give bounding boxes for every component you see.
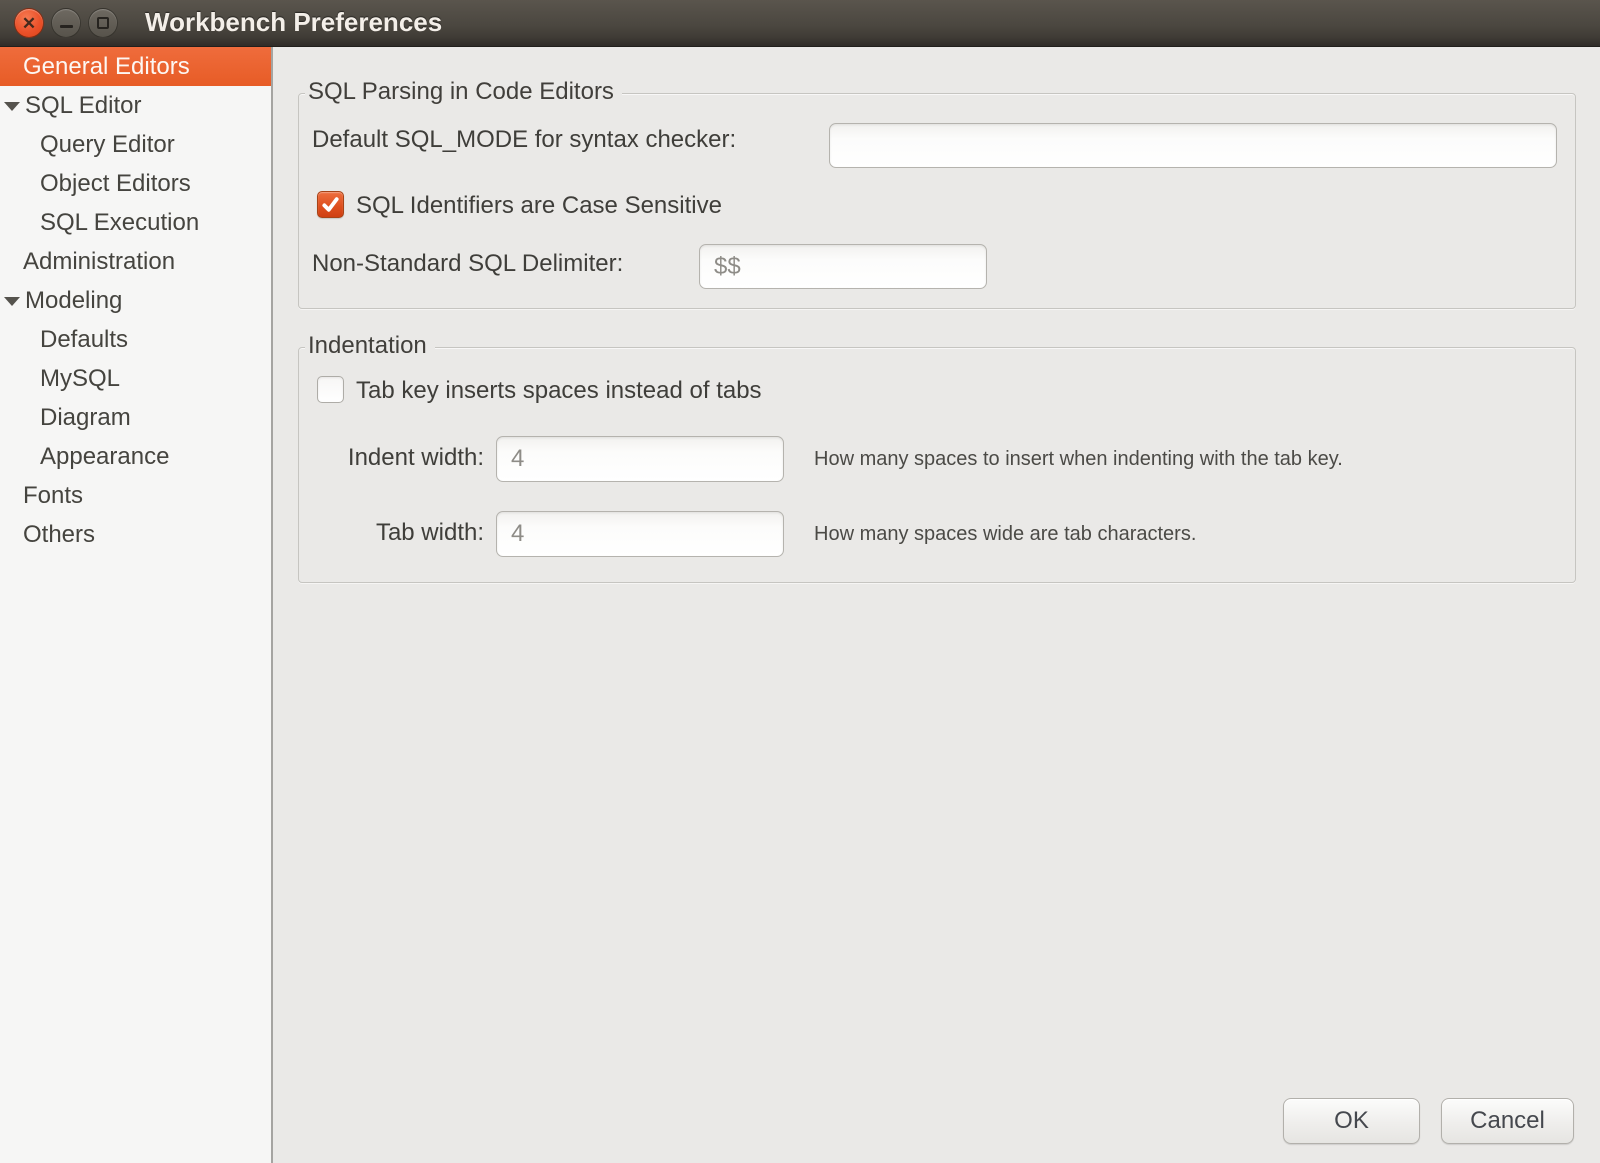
delimiter-label: Non-Standard SQL Delimiter: bbox=[312, 250, 623, 278]
titlebar[interactable]: ✕ Workbench Preferences bbox=[0, 0, 1600, 47]
sql-mode-input[interactable] bbox=[829, 123, 1557, 168]
sidebar-item-defaults[interactable]: Defaults bbox=[0, 320, 271, 359]
sidebar-item-appearance[interactable]: Appearance bbox=[0, 437, 271, 476]
tab-spaces-label[interactable]: Tab key inserts spaces instead of tabs bbox=[356, 377, 762, 405]
minimize-icon bbox=[60, 25, 73, 28]
close-button[interactable]: ✕ bbox=[14, 8, 44, 38]
ok-button[interactable]: OK bbox=[1283, 1098, 1420, 1144]
sidebar-item-label: SQL Execution bbox=[40, 209, 199, 237]
sidebar-item-label: Object Editors bbox=[40, 170, 191, 198]
group-sql-parsing-legend: SQL Parsing in Code Editors bbox=[305, 77, 622, 107]
sidebar-item-label: Diagram bbox=[40, 404, 131, 432]
cancel-button[interactable]: Cancel bbox=[1441, 1098, 1574, 1144]
maximize-button[interactable] bbox=[88, 8, 118, 38]
maximize-icon bbox=[97, 17, 109, 29]
sidebar-item-label: Administration bbox=[23, 248, 175, 276]
preferences-window: ✕ Workbench Preferences General Editors … bbox=[0, 0, 1600, 1163]
sidebar-item-mysql[interactable]: MySQL bbox=[0, 359, 271, 398]
expander-down-icon[interactable] bbox=[4, 102, 20, 111]
sidebar-item-label: Fonts bbox=[23, 482, 83, 510]
preferences-sidebar: General Editors SQL Editor Query Editor … bbox=[0, 47, 273, 1163]
sidebar-item-modeling[interactable]: Modeling bbox=[0, 281, 271, 320]
sidebar-item-general-editors[interactable]: General Editors bbox=[0, 47, 271, 86]
case-sensitive-label[interactable]: SQL Identifiers are Case Sensitive bbox=[356, 192, 722, 220]
sidebar-item-others[interactable]: Others bbox=[0, 515, 271, 554]
sidebar-item-administration[interactable]: Administration bbox=[0, 242, 271, 281]
preferences-main-panel: SQL Parsing in Code Editors Default SQL_… bbox=[273, 47, 1600, 1163]
sidebar-item-label: Appearance bbox=[40, 443, 169, 471]
minimize-button[interactable] bbox=[51, 8, 81, 38]
sidebar-item-sql-execution[interactable]: SQL Execution bbox=[0, 203, 271, 242]
indent-width-label: Indent width: bbox=[312, 444, 484, 472]
sidebar-item-fonts[interactable]: Fonts bbox=[0, 476, 271, 515]
indent-width-help: How many spaces to insert when indenting… bbox=[814, 448, 1343, 471]
tab-width-input[interactable] bbox=[496, 511, 784, 557]
sidebar-item-object-editors[interactable]: Object Editors bbox=[0, 164, 271, 203]
group-indentation: Indentation Tab key inserts spaces inste… bbox=[298, 347, 1576, 583]
sidebar-item-query-editor[interactable]: Query Editor bbox=[0, 125, 271, 164]
sidebar-item-label: SQL Editor bbox=[25, 92, 142, 120]
expander-down-icon[interactable] bbox=[4, 297, 20, 306]
delimiter-input[interactable] bbox=[699, 244, 987, 289]
sidebar-item-label: Defaults bbox=[40, 326, 128, 354]
sidebar-item-label: MySQL bbox=[40, 365, 120, 393]
checkmark-icon bbox=[320, 194, 341, 215]
tab-spaces-checkbox[interactable] bbox=[317, 376, 344, 403]
close-icon: ✕ bbox=[22, 15, 36, 32]
sidebar-item-sql-editor[interactable]: SQL Editor bbox=[0, 86, 271, 125]
sql-mode-label: Default SQL_MODE for syntax checker: bbox=[312, 126, 736, 154]
sidebar-item-label: General Editors bbox=[23, 53, 190, 81]
group-sql-parsing: SQL Parsing in Code Editors Default SQL_… bbox=[298, 93, 1576, 309]
window-title: Workbench Preferences bbox=[145, 0, 442, 46]
sidebar-item-label: Modeling bbox=[25, 287, 122, 315]
tab-width-help: How many spaces wide are tab characters. bbox=[814, 523, 1196, 546]
sidebar-item-diagram[interactable]: Diagram bbox=[0, 398, 271, 437]
tab-width-label: Tab width: bbox=[312, 519, 484, 547]
indent-width-input[interactable] bbox=[496, 436, 784, 482]
case-sensitive-checkbox[interactable] bbox=[317, 191, 344, 218]
sidebar-item-label: Query Editor bbox=[40, 131, 175, 159]
sidebar-item-label: Others bbox=[23, 521, 95, 549]
group-indentation-legend: Indentation bbox=[305, 331, 435, 361]
